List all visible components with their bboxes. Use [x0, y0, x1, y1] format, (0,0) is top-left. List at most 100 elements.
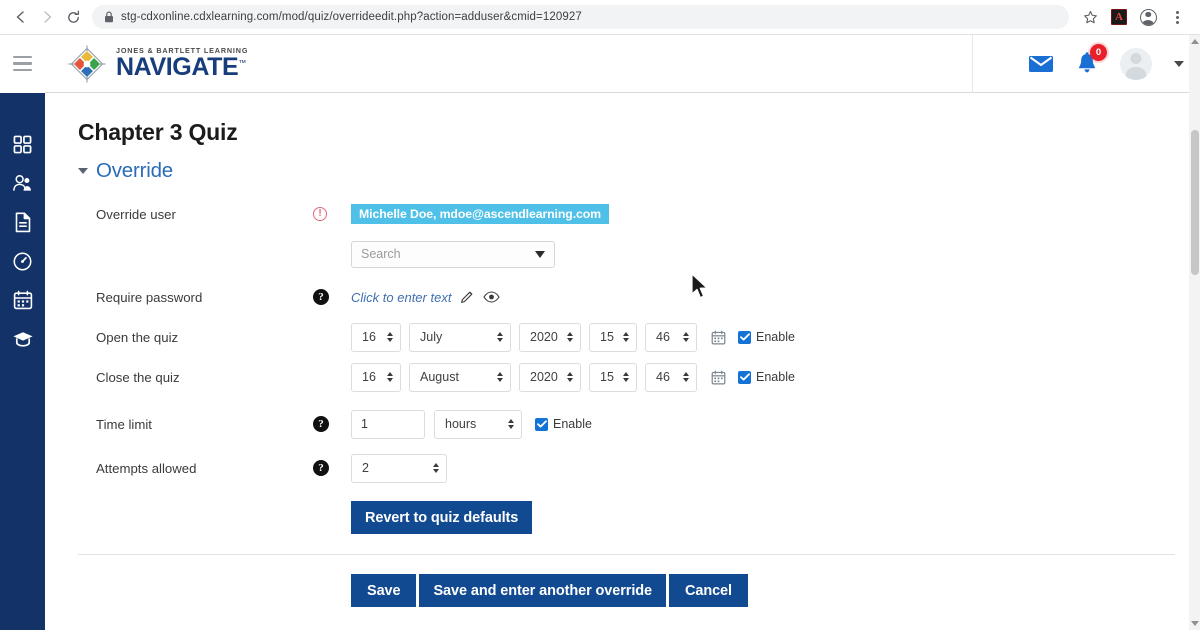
brand-trademark: ™: [238, 58, 246, 68]
checkbox-checked-icon[interactable]: [535, 417, 548, 431]
graduation-cap-icon: [12, 330, 34, 353]
open-quiz-year-value: 2020: [530, 330, 558, 344]
label-attempts-allowed: Attempts allowed: [96, 460, 197, 476]
application-shell: JONES & BARTLETT LEARNING NAVIGATE™ 0 Ch…: [0, 34, 1200, 630]
close-quiz-year-value: 2020: [530, 370, 558, 384]
form-action-buttons: Save Save and enter another override Can…: [351, 574, 1200, 607]
sidebar-item-documents[interactable]: [0, 205, 45, 244]
app-header: JONES & BARTLETT LEARNING NAVIGATE™ 0: [0, 34, 1200, 93]
users-icon: [12, 173, 33, 198]
document-icon: [14, 212, 32, 238]
address-bar[interactable]: stg-cdxonline.cdxlearning.com/mod/quiz/o…: [92, 5, 1069, 29]
time-limit-unit-select[interactable]: hours: [434, 409, 522, 439]
browser-forward-button[interactable]: [34, 4, 60, 30]
required-indicator-override-user[interactable]: !: [313, 207, 351, 221]
help-time-limit[interactable]: ?: [313, 416, 351, 432]
open-quiz-minute-value: 46: [656, 330, 670, 344]
revert-to-quiz-defaults-button[interactable]: Revert to quiz defaults: [351, 501, 533, 534]
close-quiz-day-select[interactable]: 16: [351, 362, 401, 392]
chevron-down-icon[interactable]: [535, 250, 545, 258]
brand-name: NAVIGATE: [116, 53, 239, 82]
star-icon[interactable]: [1077, 4, 1103, 30]
open-quiz-month-select[interactable]: July: [409, 322, 511, 352]
help-require-password[interactable]: ?: [313, 289, 351, 305]
hamburger-menu-icon[interactable]: [0, 34, 45, 93]
label-time-limit: Time limit: [96, 416, 152, 432]
open-quiz-hour-select[interactable]: 15: [589, 322, 637, 352]
attempts-allowed-value: 2: [362, 461, 369, 475]
scrollbar-thumb[interactable]: [1191, 130, 1199, 275]
compass-logo-icon: [67, 44, 107, 84]
gauge-icon: [12, 251, 33, 277]
help-icon: ?: [313, 289, 329, 305]
browser-back-button[interactable]: [8, 4, 34, 30]
form-row-time-limit: Time limit ? hours: [78, 409, 1200, 439]
close-quiz-year-select[interactable]: 2020: [519, 362, 581, 392]
notification-badge: 0: [1090, 44, 1107, 61]
page-title: Chapter 3 Quiz: [78, 119, 238, 145]
scroll-down-arrow-icon[interactable]: [1190, 621, 1199, 626]
revert-button-wrap: Revert to quiz defaults: [351, 501, 1200, 534]
bell-icon[interactable]: 0: [1076, 44, 1107, 75]
close-quiz-enable-toggle[interactable]: Enable: [738, 370, 795, 384]
sidebar-item-users[interactable]: [0, 166, 45, 205]
checkbox-checked-icon[interactable]: [738, 330, 751, 344]
scroll-up-arrow-icon[interactable]: [1190, 39, 1199, 44]
browser-profile-icon[interactable]: [1135, 4, 1161, 30]
caret-down-icon[interactable]: [78, 168, 88, 174]
tab-strip-stub: [490, 0, 980, 1]
main-content: Chapter 3 Quiz Override Override user ! …: [45, 35, 1200, 630]
save-button[interactable]: Save: [351, 574, 417, 607]
sidebar-item-dashboard[interactable]: [0, 127, 45, 166]
browser-reload-button[interactable]: [60, 4, 86, 30]
time-limit-unit-value: hours: [445, 417, 477, 431]
open-quiz-hour-value: 15: [600, 330, 614, 344]
grid-dashboard-icon: [13, 135, 32, 159]
eye-icon[interactable]: [483, 291, 501, 303]
close-quiz-month-select[interactable]: August: [409, 362, 511, 392]
password-inline-edit-link[interactable]: Click to enter text: [351, 290, 451, 305]
selected-user-chip[interactable]: Michelle Doe, mdoe@ascendlearning.com: [351, 204, 609, 224]
checkbox-checked-icon[interactable]: [738, 370, 751, 384]
time-limit-enable-label: Enable: [553, 417, 592, 431]
form-row-require-password: Require password ? Click to enter text: [78, 282, 1200, 312]
lock-icon: [104, 11, 114, 23]
adobe-acrobat-extension-icon[interactable]: A: [1106, 4, 1132, 30]
user-search-select[interactable]: Search: [351, 240, 555, 268]
close-quiz-day-value: 16: [362, 370, 376, 384]
page-scrollbar[interactable]: [1189, 35, 1200, 630]
sidebar-item-courses[interactable]: [0, 322, 45, 361]
header-seam: [972, 35, 973, 93]
override-section-header[interactable]: Override: [78, 159, 1200, 183]
form-row-user-search: Search: [78, 239, 1200, 269]
envelope-icon[interactable]: [1028, 54, 1054, 74]
sidebar-item-calendar[interactable]: [0, 283, 45, 322]
attempts-allowed-select[interactable]: 2: [351, 453, 447, 483]
save-and-enter-another-override-button[interactable]: Save and enter another override: [419, 574, 666, 607]
kebab-menu-icon[interactable]: [1164, 4, 1190, 30]
close-quiz-minute-select[interactable]: 46: [645, 362, 697, 392]
chevron-down-icon[interactable]: [1174, 60, 1184, 67]
close-quiz-hour-value: 15: [600, 370, 614, 384]
open-quiz-day-select[interactable]: 16: [351, 322, 401, 352]
open-quiz-year-select[interactable]: 2020: [519, 322, 581, 352]
label-open-quiz: Open the quiz: [96, 329, 179, 345]
brand-logo[interactable]: JONES & BARTLETT LEARNING NAVIGATE™: [45, 44, 248, 84]
close-quiz-hour-select[interactable]: 15: [589, 362, 637, 392]
header-actions: 0: [1028, 44, 1200, 80]
open-quiz-enable-toggle[interactable]: Enable: [738, 330, 795, 344]
form-row-attempts-allowed: Attempts allowed ? 2: [78, 453, 1200, 483]
sidebar-nav: [0, 35, 45, 630]
time-limit-enable-toggle[interactable]: Enable: [535, 417, 592, 431]
sidebar-item-progress[interactable]: [0, 244, 45, 283]
pencil-icon[interactable]: [460, 290, 474, 304]
calendar-icon[interactable]: [711, 330, 726, 345]
time-limit-input[interactable]: [351, 409, 425, 439]
help-attempts-allowed[interactable]: ?: [313, 460, 351, 476]
cancel-button[interactable]: Cancel: [668, 574, 748, 607]
browser-toolbar-actions: A: [1077, 4, 1192, 30]
user-avatar-icon[interactable]: [1120, 47, 1152, 80]
calendar-icon[interactable]: [711, 370, 726, 385]
form-row-close-quiz: Close the quiz 16 August 2020 15 46 Enab…: [78, 362, 1200, 392]
open-quiz-minute-select[interactable]: 46: [645, 322, 697, 352]
